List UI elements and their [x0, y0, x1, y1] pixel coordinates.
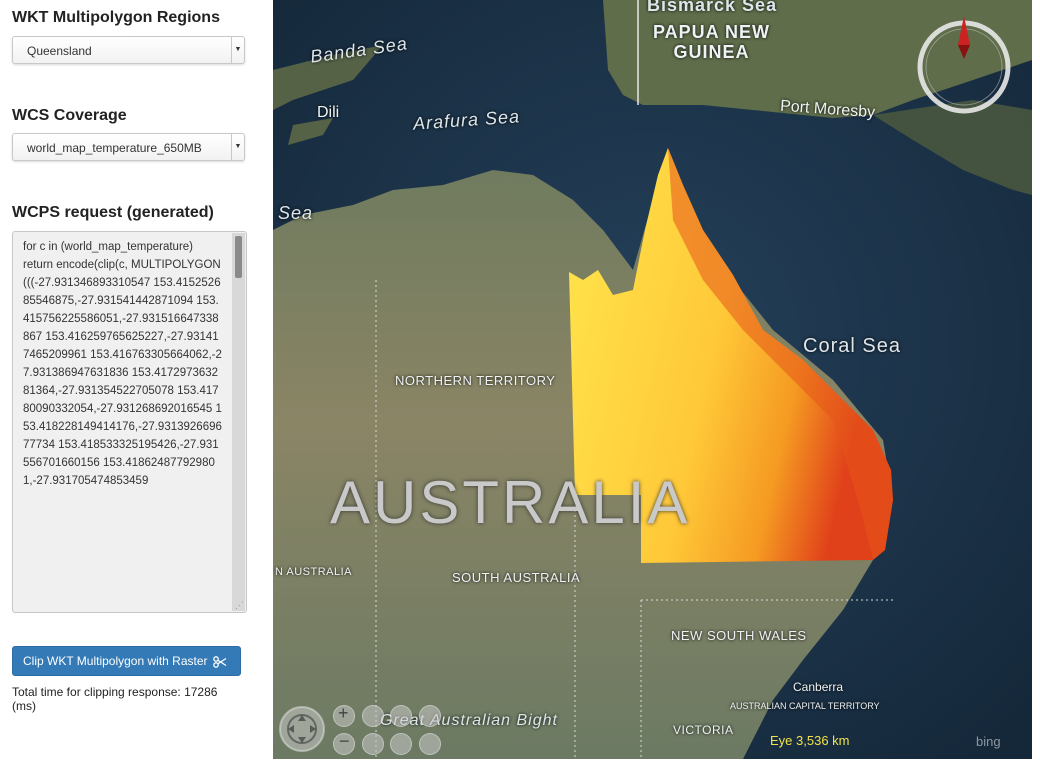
- map-label-northern-territory: NORTHERN TERRITORY: [395, 373, 556, 388]
- pitch-up-icon[interactable]: [419, 705, 441, 727]
- coverage-select-value: world_map_temperature_650MB: [27, 141, 202, 155]
- bing-logo: bing: [976, 734, 1001, 749]
- zoom-in-icon[interactable]: +: [333, 703, 355, 727]
- tilt-up-icon[interactable]: [362, 705, 384, 727]
- caret-down-icon[interactable]: ▼: [231, 37, 244, 63]
- wcps-request-text: for c in (world_map_temperature) return …: [23, 241, 222, 487]
- map-label-papua-new-guinea: PAPUA NEW GUINEA: [653, 22, 770, 62]
- map-label-australia: AUSTRALIA: [330, 469, 691, 536]
- clip-button-label: Clip WKT Multipolygon with Raster: [23, 654, 208, 668]
- eye-altitude: Eye 3,536 km: [770, 733, 850, 748]
- region-select[interactable]: Queensland ▼: [12, 36, 245, 64]
- map-label-coral-sea: Coral Sea: [803, 335, 901, 357]
- heading-left-icon[interactable]: [390, 705, 412, 727]
- caret-down-icon[interactable]: ▼: [231, 134, 244, 160]
- resize-grip-icon[interactable]: ⋰: [235, 601, 244, 610]
- region-select-value: Queensland: [27, 44, 92, 58]
- globe-map[interactable]: Bismarck Sea Banda Sea PAPUA NEW GUINEA …: [273, 0, 1032, 759]
- compass-icon[interactable]: [914, 17, 1014, 117]
- pan-icon[interactable]: [278, 705, 326, 753]
- map-label-w-australia: N AUSTRALIA: [275, 566, 353, 578]
- map-label-south-australia: SOUTH AUSTRALIA: [452, 570, 581, 585]
- textarea-scrollbar[interactable]: [232, 233, 245, 611]
- coverage-select[interactable]: world_map_temperature_650MB ▼: [12, 133, 245, 161]
- map-label-sea-left: Sea: [278, 203, 314, 223]
- coverage-title: WCS Coverage: [12, 107, 127, 124]
- regions-title: WKT Multipolygon Regions: [12, 9, 220, 26]
- pitch-down-icon[interactable]: [419, 733, 441, 755]
- scrollbar-thumb[interactable]: [235, 236, 242, 278]
- map-label-new-south-wales: NEW SOUTH WALES: [671, 628, 807, 643]
- map-label-canberra: Canberra: [793, 680, 844, 694]
- map-label-victoria: VICTORIA: [673, 723, 734, 737]
- map-label-act: AUSTRALIAN CAPITAL TERRITORY: [730, 701, 880, 711]
- wcps-request-textarea[interactable]: for c in (world_map_temperature) return …: [12, 231, 247, 613]
- zoom-out-icon[interactable]: −: [333, 731, 355, 755]
- map-label-dili: Dili: [317, 104, 340, 121]
- timing-text: Total time for clipping response: 17286 …: [12, 685, 218, 713]
- scissors-icon: [213, 655, 227, 668]
- tilt-down-icon[interactable]: [362, 733, 384, 755]
- wcps-title: WCPS request (generated): [12, 204, 214, 221]
- clip-button[interactable]: Clip WKT Multipolygon with Raster: [12, 646, 241, 676]
- sidebar-panel: WKT Multipolygon Regions Queensland ▼ WC…: [0, 0, 260, 775]
- map-label-bismarck-sea: Bismarck Sea: [647, 0, 778, 15]
- heading-right-icon[interactable]: [390, 733, 412, 755]
